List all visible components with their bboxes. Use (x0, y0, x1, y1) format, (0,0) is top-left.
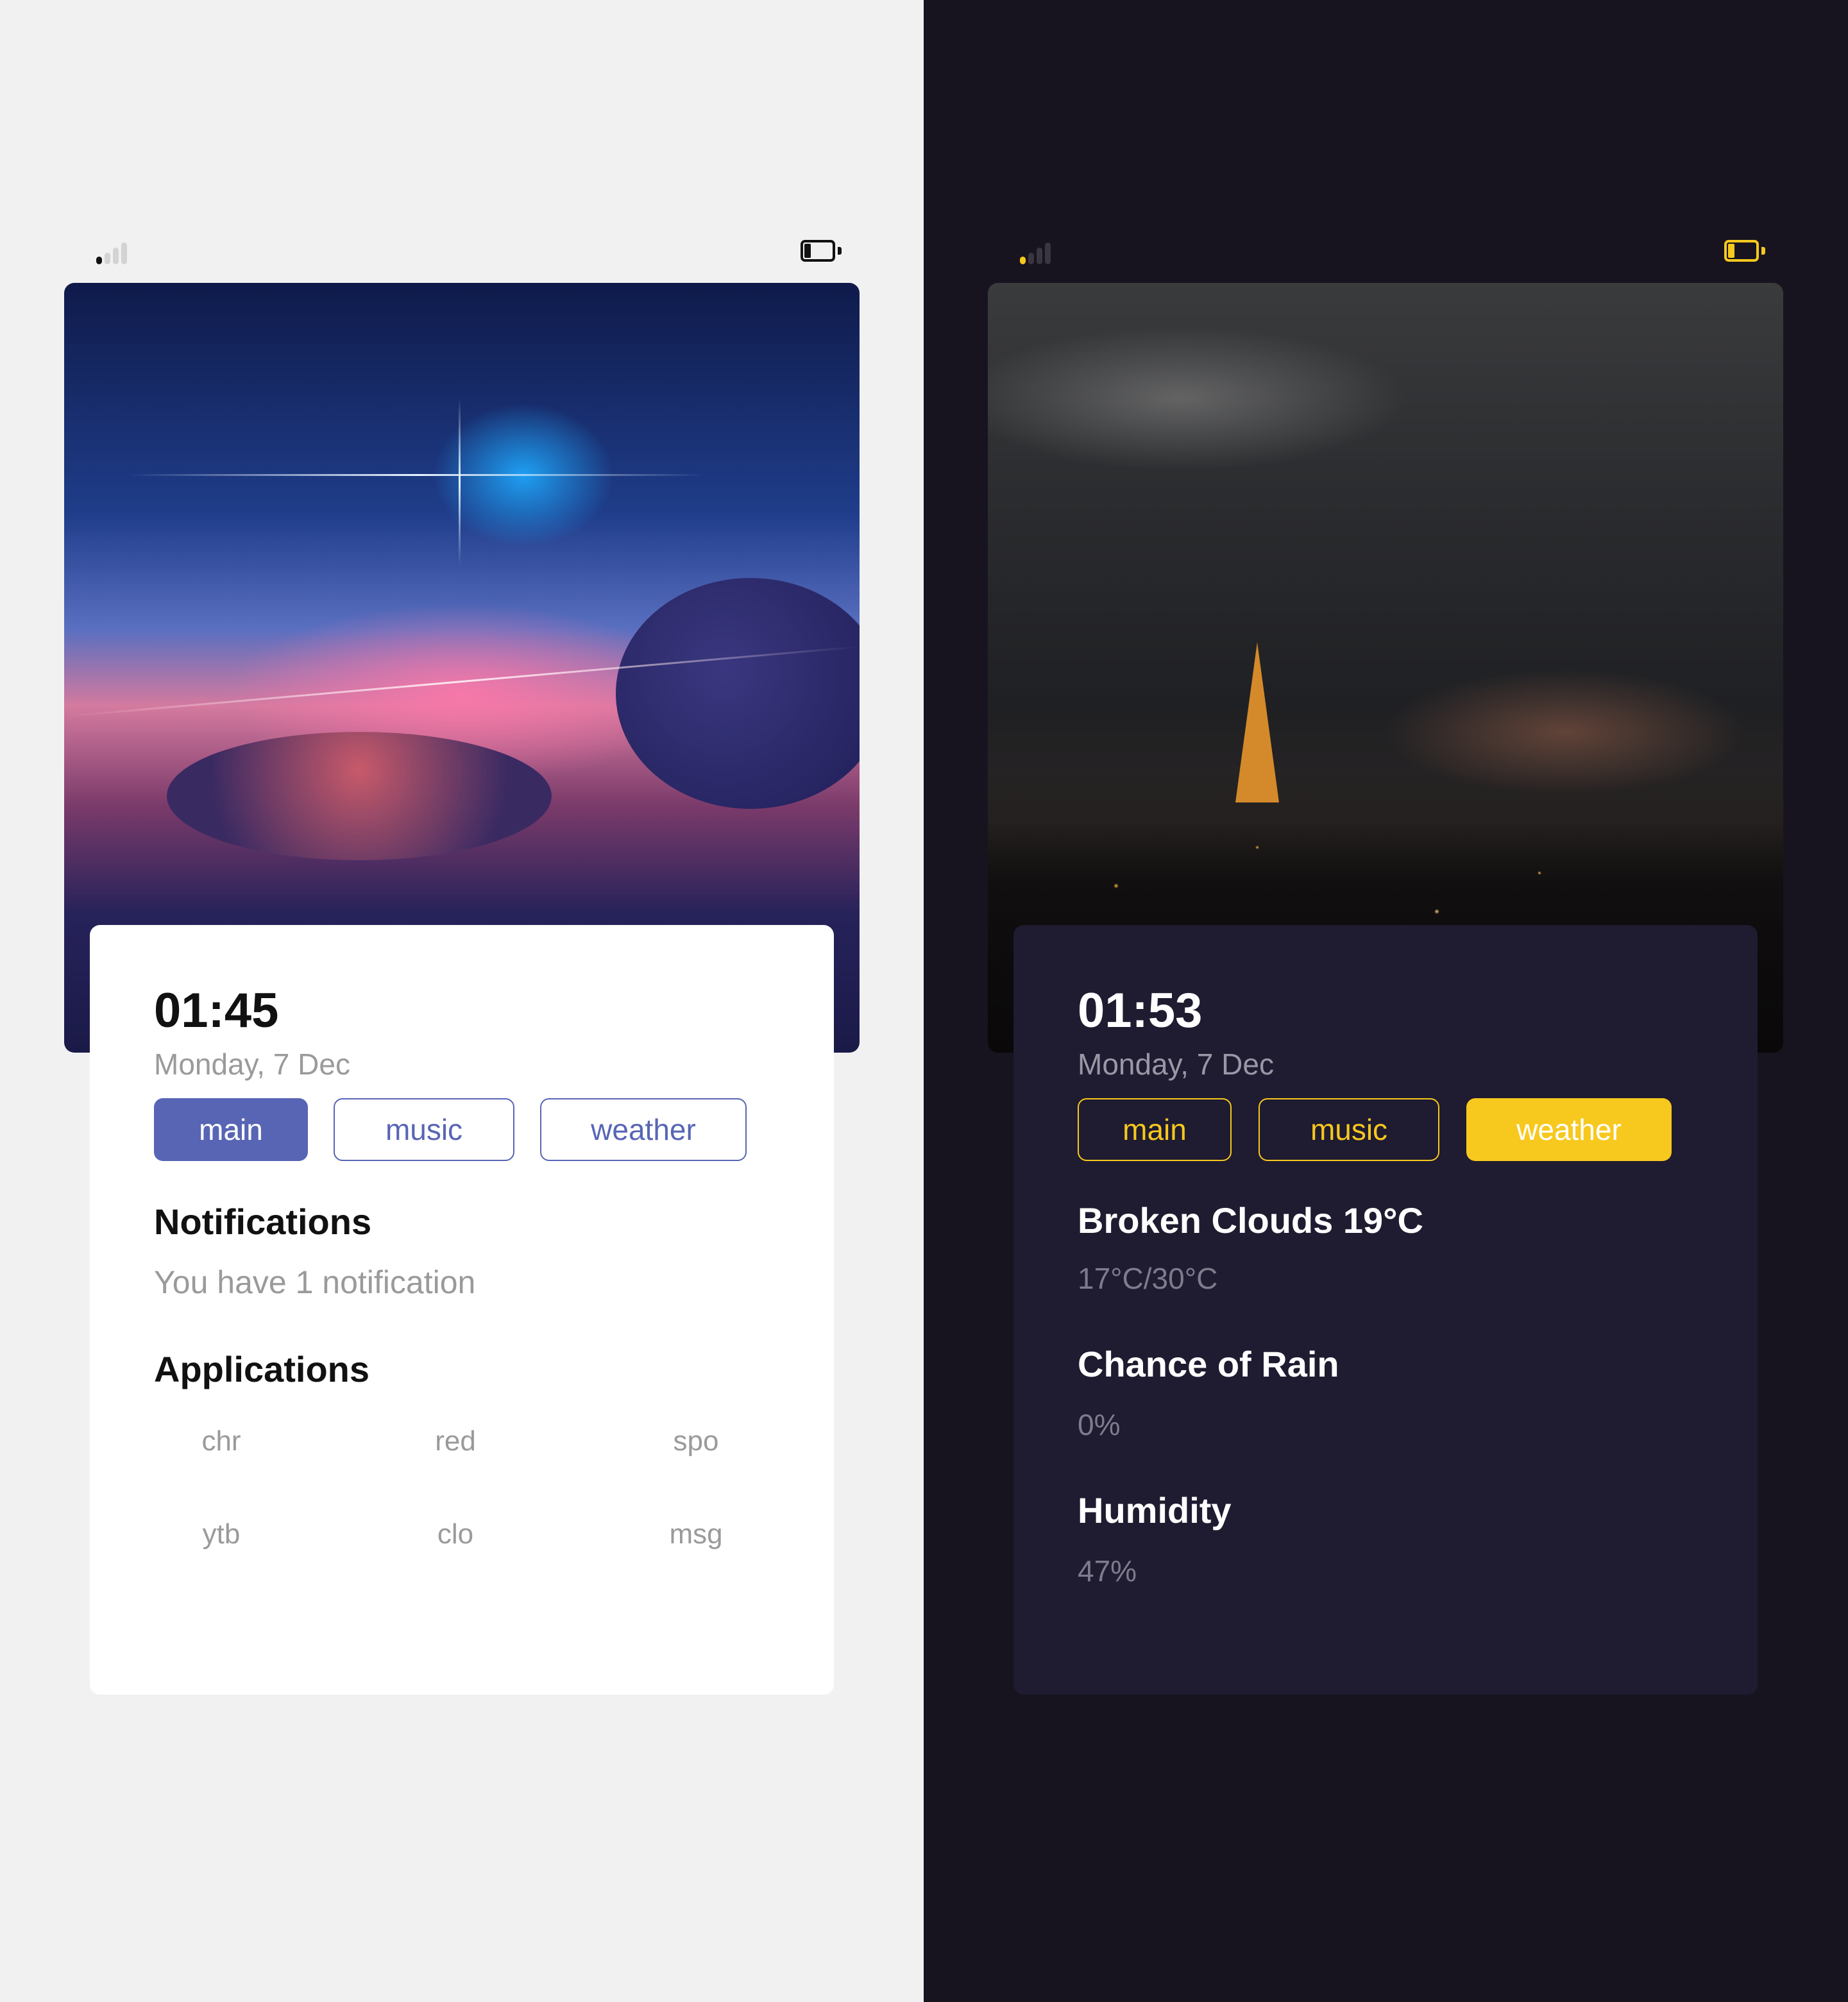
notifications-title: Notifications (154, 1201, 372, 1242)
signal-icon (1020, 239, 1058, 264)
tab-weather[interactable]: weather (540, 1098, 747, 1161)
app-spo[interactable]: spo (651, 1425, 741, 1457)
app-grid: chr red spo ytb clo msg (154, 1425, 770, 1554)
home-card: 01:45 Monday, 7 Dec main music weather N… (90, 925, 834, 1695)
temperature-range: 17°C/30°C (1078, 1262, 1218, 1295)
tab-music[interactable]: music (334, 1098, 514, 1161)
light-theme-screen: 01:45 Monday, 7 Dec main music weather N… (0, 0, 924, 2002)
tab-weather[interactable]: weather (1466, 1098, 1672, 1161)
weather-card: 01:53 Monday, 7 Dec main music weather B… (1013, 925, 1758, 1695)
clock-time: 01:53 (1078, 983, 1203, 1038)
clock-time: 01:45 (154, 983, 279, 1038)
app-ytb[interactable]: ytb (176, 1518, 266, 1550)
notifications-text: You have 1 notification (154, 1264, 476, 1300)
tab-main[interactable]: main (154, 1098, 308, 1161)
weather-condition: Broken Clouds 19°C (1078, 1200, 1423, 1241)
tab-main[interactable]: main (1078, 1098, 1232, 1161)
rain-title: Chance of Rain (1078, 1344, 1339, 1384)
rain-value: 0% (1078, 1408, 1121, 1441)
app-msg[interactable]: msg (651, 1518, 741, 1550)
app-red[interactable]: red (411, 1425, 500, 1457)
battery-icon (1724, 240, 1765, 262)
humidity-title: Humidity (1078, 1490, 1232, 1531)
dark-theme-screen: 01:53 Monday, 7 Dec main music weather B… (924, 0, 1848, 2002)
humidity-value: 47% (1078, 1554, 1137, 1588)
tab-bar: main music weather (154, 1098, 770, 1164)
applications-title: Applications (154, 1349, 370, 1389)
signal-icon (96, 239, 135, 264)
app-chr[interactable]: chr (176, 1425, 266, 1457)
app-clo[interactable]: clo (411, 1518, 500, 1550)
clock-date: Monday, 7 Dec (154, 1048, 350, 1081)
tab-music[interactable]: music (1259, 1098, 1439, 1161)
tab-bar: main music weather (1078, 1098, 1693, 1164)
battery-icon (801, 240, 842, 262)
clock-date: Monday, 7 Dec (1078, 1048, 1274, 1081)
